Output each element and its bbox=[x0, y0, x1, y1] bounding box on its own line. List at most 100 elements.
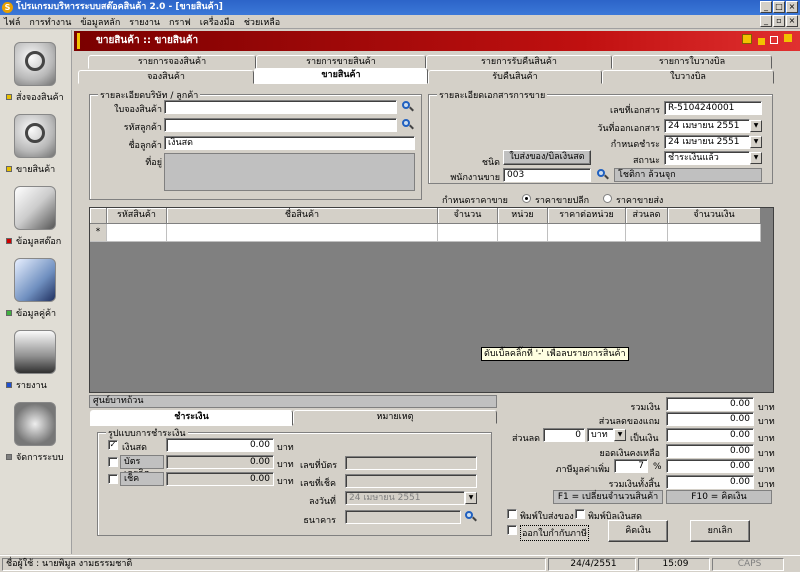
maximize-button[interactable]: □ bbox=[773, 1, 785, 13]
form-header: ขายสินค้า :: ขายสินค้า bbox=[74, 31, 800, 51]
minimize-button[interactable]: _ bbox=[760, 1, 772, 13]
wholesale-radio[interactable] bbox=[603, 194, 612, 203]
card-checkbox[interactable] bbox=[108, 457, 118, 467]
mdi-minimize-button[interactable]: _ bbox=[760, 15, 772, 27]
doc-type-button[interactable]: ใบส่งของ/บิลเงินสด bbox=[503, 150, 591, 165]
cheque-amount-input[interactable]: 0.00 bbox=[166, 472, 274, 486]
sidebar-item-report[interactable]: รายงาน bbox=[0, 330, 72, 398]
sidebar-item-system[interactable]: จัดการระบบ bbox=[0, 402, 72, 470]
search-booking-icon[interactable] bbox=[401, 100, 414, 113]
mdi-controls: _ ▫ × bbox=[760, 15, 798, 27]
search-customer-icon[interactable] bbox=[401, 118, 414, 131]
print-delivery-checkbox[interactable] bbox=[507, 509, 517, 519]
grid-header-qty[interactable]: จำนวน bbox=[438, 208, 498, 224]
status-dropdown-icon[interactable]: ▼ bbox=[750, 152, 762, 164]
cheque-no-input[interactable] bbox=[345, 474, 477, 488]
total-value: 0.00 bbox=[666, 397, 754, 411]
discount-value-input[interactable]: 0 bbox=[543, 428, 585, 442]
tab-payment[interactable]: ชำระเงิน bbox=[90, 410, 293, 426]
salesperson-code-input[interactable]: 003 bbox=[503, 168, 591, 182]
cash-currency: บาท bbox=[277, 443, 294, 453]
discount-unit-select[interactable]: บาท bbox=[587, 428, 614, 442]
grid-cell[interactable] bbox=[548, 224, 626, 242]
grid-header-name[interactable]: ชื่อสินค้า bbox=[167, 208, 438, 224]
grid-header-amount[interactable]: จำนวนเงิน bbox=[668, 208, 761, 224]
retail-radio[interactable] bbox=[522, 194, 531, 203]
sidebar-item-sell[interactable]: ขายสินค้า bbox=[0, 114, 72, 182]
tab-sales-list[interactable]: รายการขายสินค้า bbox=[256, 55, 426, 69]
cash-amount-input[interactable]: 0.00 bbox=[166, 438, 274, 452]
sidebar-item-partners[interactable]: ข้อมูลคู่ค้า bbox=[0, 258, 72, 326]
sidebar-item-booking[interactable]: สั่งจองสินค้า bbox=[0, 42, 72, 110]
grid-cell[interactable] bbox=[668, 224, 761, 242]
issue-date-input[interactable]: 24 เมษายน 2551 bbox=[664, 119, 750, 133]
tab-return-list[interactable]: รายการรับคืนสินค้า bbox=[426, 55, 612, 69]
tab-remarks[interactable]: หมายเหตุ bbox=[293, 410, 497, 424]
customer-code-input[interactable] bbox=[164, 118, 397, 132]
due-date-dropdown-icon[interactable]: ▼ bbox=[750, 136, 762, 148]
vat-label: ภาษีมูลค่าเพิ่ม bbox=[555, 465, 610, 475]
close-button[interactable]: × bbox=[786, 1, 798, 13]
tab-bill[interactable]: ใบวางบิล bbox=[602, 70, 774, 84]
calculate-button[interactable]: คิดเงิน bbox=[608, 520, 668, 542]
card-no-label: เลขที่บัตร bbox=[300, 461, 338, 471]
grand-total-value: 0.00 bbox=[666, 475, 754, 489]
sidebar-item-stock[interactable]: ข้อมูลสต๊อก bbox=[0, 186, 72, 254]
address-field[interactable] bbox=[164, 153, 415, 191]
sidebar-item-label: ข้อมูลคู่ค้า bbox=[16, 309, 57, 319]
cheque-date-dropdown-icon[interactable]: ▼ bbox=[465, 492, 477, 504]
discount-unit-dropdown-icon[interactable]: ▼ bbox=[614, 429, 626, 441]
tab-return[interactable]: รับคืนสินค้า bbox=[428, 70, 602, 84]
tab-booking-list[interactable]: รายการจองสินค้า bbox=[88, 55, 256, 69]
total-label: รวมเงิน bbox=[630, 403, 660, 413]
pricing-label: กำหนดราคาขาย bbox=[442, 196, 508, 206]
issue-date-dropdown-icon[interactable]: ▼ bbox=[750, 120, 762, 132]
booking-no-input[interactable] bbox=[164, 100, 397, 114]
pin-icon bbox=[770, 36, 778, 44]
print-delivery-label: พิมพ์ใบส่งของ bbox=[520, 512, 574, 522]
print-receipt-checkbox[interactable] bbox=[575, 509, 585, 519]
tab-sell[interactable]: ขายสินค้า bbox=[254, 68, 428, 84]
menu-operation[interactable]: การทำงาน bbox=[29, 15, 71, 29]
mdi-restore-button[interactable]: ▫ bbox=[773, 15, 785, 27]
cash-checkbox[interactable]: ✓ bbox=[108, 440, 118, 450]
tax-invoice-checkbox[interactable] bbox=[507, 525, 517, 535]
search-bank-icon[interactable] bbox=[464, 510, 477, 523]
status-select[interactable]: ชำระเงินแล้ว bbox=[664, 151, 750, 165]
menu-master-data[interactable]: ข้อมูลหลัก bbox=[80, 15, 120, 29]
grid-header-code[interactable]: รหัสสินค้า bbox=[107, 208, 167, 224]
cheque-checkbox[interactable] bbox=[108, 474, 118, 484]
items-grid[interactable]: รหัสสินค้า ชื่อสินค้า จำนวน หน่วย ราคาต่… bbox=[89, 207, 774, 393]
grid-header-price[interactable]: ราคาต่อหน่วย bbox=[548, 208, 626, 224]
tab-booking[interactable]: จองสินค้า bbox=[78, 70, 254, 84]
customer-name-input[interactable]: เงินสด bbox=[164, 136, 415, 150]
cheque-date-input[interactable]: 24 เมษายน 2551 bbox=[345, 491, 465, 505]
grid-header-discount[interactable]: ส่วนลด bbox=[626, 208, 668, 224]
menu-tools[interactable]: เครื่องมือ bbox=[200, 15, 235, 29]
mdi-close-button[interactable]: × bbox=[786, 15, 798, 27]
card-amount-input[interactable]: 0.00 bbox=[166, 455, 274, 469]
menu-file[interactable]: ไฟล์ bbox=[4, 15, 20, 29]
doc-no-input[interactable]: R-5104240001 bbox=[664, 101, 762, 115]
vat-rate-input[interactable]: 7 bbox=[614, 459, 648, 473]
vat-value: 0.00 bbox=[666, 459, 754, 473]
tab-bill-list[interactable]: รายการใบวางบิล bbox=[612, 55, 772, 69]
card-no-input[interactable] bbox=[345, 456, 477, 470]
menu-report[interactable]: รายงาน bbox=[129, 15, 160, 29]
grid-cell[interactable] bbox=[626, 224, 668, 242]
due-date-input[interactable]: 24 เมษายน 2551 bbox=[664, 135, 750, 149]
gift-discount-input[interactable]: 0.00 bbox=[666, 412, 754, 426]
bank-input[interactable] bbox=[345, 510, 461, 524]
grid-cell[interactable] bbox=[438, 224, 498, 242]
issue-date-label: วันที่ออกเอกสาร bbox=[597, 124, 660, 134]
grid-cell[interactable] bbox=[167, 224, 438, 242]
grid-header-unit[interactable]: หน่วย bbox=[498, 208, 548, 224]
grid-cell[interactable] bbox=[498, 224, 548, 242]
menu-help[interactable]: ช่วยเหลือ bbox=[244, 15, 280, 29]
status-caps: CAPS bbox=[712, 558, 784, 571]
search-salesperson-icon[interactable] bbox=[596, 168, 609, 181]
grid-cell[interactable] bbox=[107, 224, 167, 242]
menu-graph[interactable]: กราฟ bbox=[169, 15, 191, 29]
cancel-button[interactable]: ยกเลิก bbox=[690, 520, 750, 542]
sidebar-item-label: ข้อมูลสต๊อก bbox=[16, 237, 62, 247]
